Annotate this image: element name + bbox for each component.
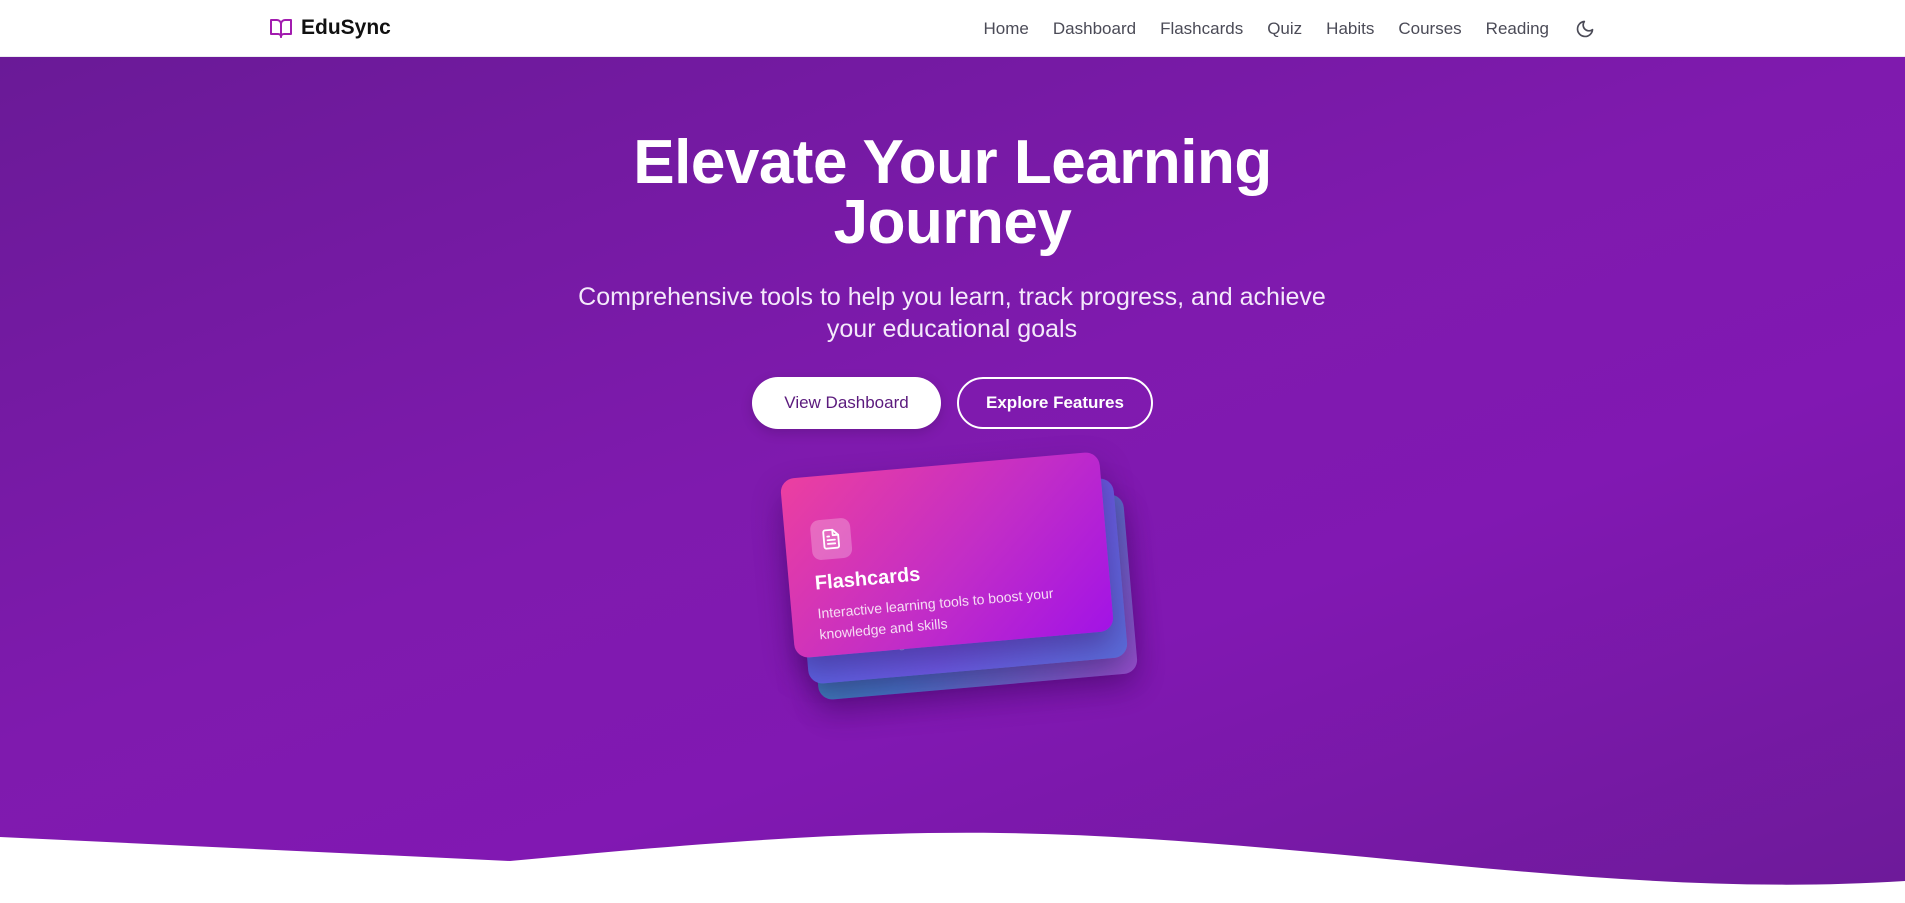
view-dashboard-button[interactable]: View Dashboard (752, 377, 941, 429)
nav-link-home[interactable]: Home (984, 19, 1029, 39)
document-icon (809, 517, 853, 561)
brand-name: EduSync (301, 16, 391, 39)
book-open-icon (269, 16, 293, 40)
feature-card-stack: knowledge and skills Flashcards Interact… (779, 451, 1139, 705)
flashcards-feature-card[interactable]: Flashcards Interactive learning tools to… (779, 451, 1115, 659)
hero-wave-divider (0, 832, 1905, 903)
nav-link-quiz[interactable]: Quiz (1267, 19, 1302, 39)
moon-icon[interactable] (1575, 19, 1595, 39)
navbar: EduSync Home Dashboard Flashcards Quiz H… (0, 0, 1905, 57)
feature-card-title: Flashcards (814, 563, 922, 595)
hero-title-line-1: Elevate Your Learning (633, 128, 1272, 197)
hero-section: Elevate Your Learning Journey Comprehens… (0, 57, 1905, 903)
hero-subtitle: Comprehensive tools to help you learn, t… (578, 283, 1326, 343)
hero-title-line-2: Journey (833, 188, 1072, 257)
explore-features-button[interactable]: Explore Features (957, 377, 1153, 429)
brand-logo[interactable]: EduSync (269, 14, 391, 42)
nav-link-dashboard[interactable]: Dashboard (1053, 19, 1136, 39)
hero-title: Elevate Your Learning Journey (0, 128, 1905, 257)
nav-link-habits[interactable]: Habits (1326, 19, 1374, 39)
nav-link-courses[interactable]: Courses (1398, 19, 1461, 39)
nav-links: Home Dashboard Flashcards Quiz Habits Co… (984, 0, 1595, 57)
nav-link-flashcards[interactable]: Flashcards (1160, 19, 1243, 39)
nav-link-reading[interactable]: Reading (1486, 19, 1549, 39)
